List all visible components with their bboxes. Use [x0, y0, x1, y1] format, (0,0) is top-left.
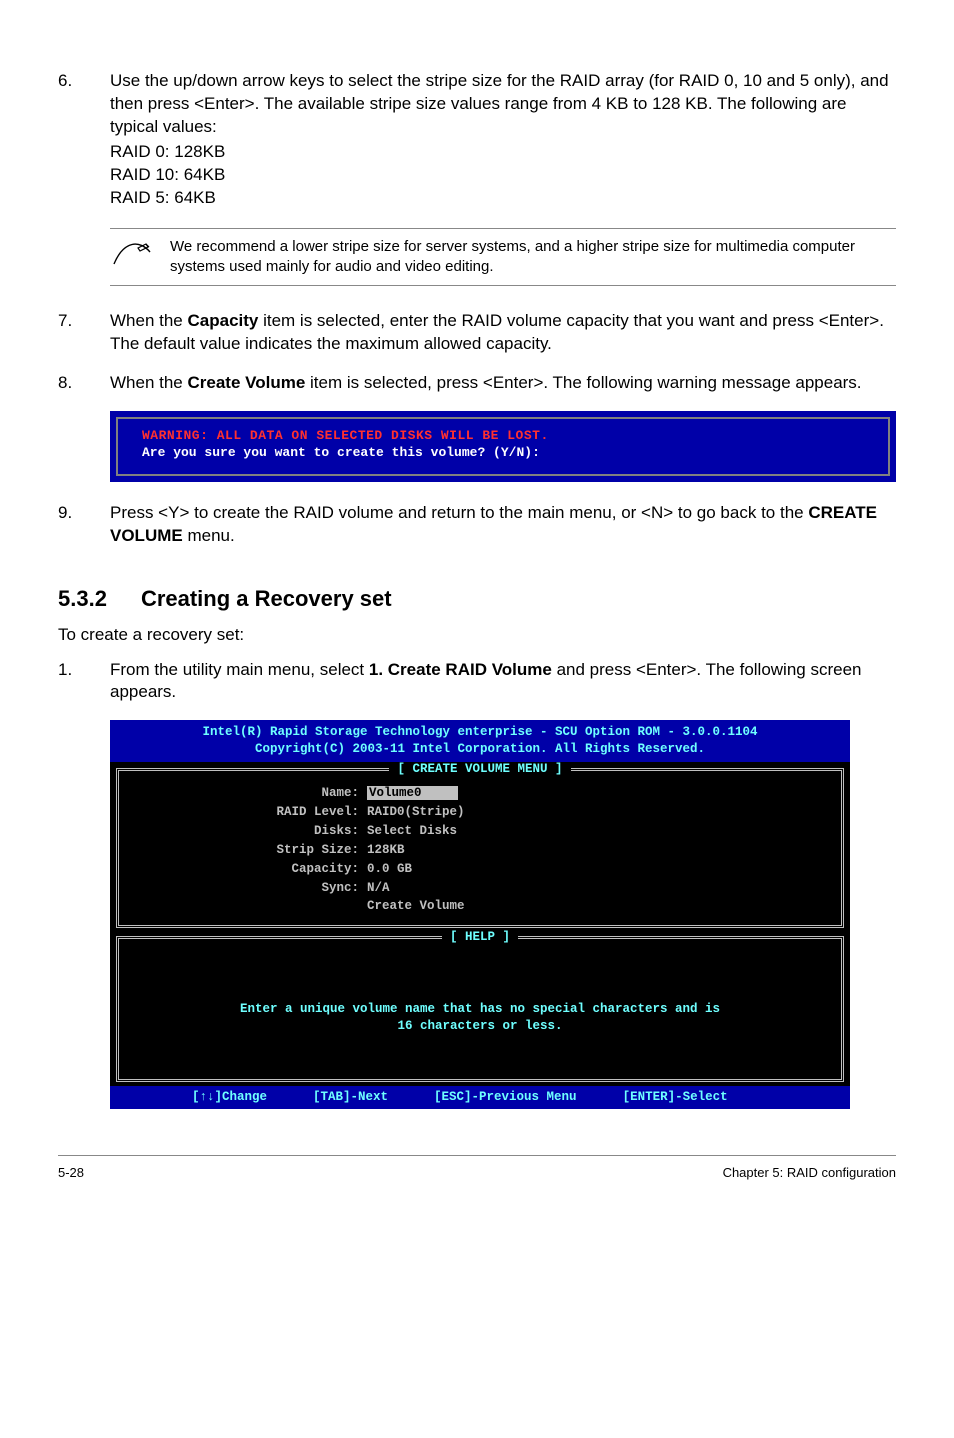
- sync-value: N/A: [367, 880, 390, 897]
- section-number: 5.3.2: [58, 584, 107, 614]
- bios-header-line1: Intel(R) Rapid Storage Technology enterp…: [116, 724, 844, 741]
- step8-bold: Create Volume: [188, 373, 306, 392]
- footer-key-next: [TAB]-Next: [313, 1089, 388, 1106]
- step-number: 8.: [58, 372, 110, 395]
- bios-screenshot: Intel(R) Rapid Storage Technology enterp…: [110, 720, 850, 1109]
- step1-body: From the utility main menu, select 1. Cr…: [110, 659, 896, 705]
- section-title: Creating a Recovery set: [141, 584, 392, 614]
- step8-body: When the Create Volume item is selected,…: [110, 372, 896, 395]
- pencil-icon: [110, 238, 152, 275]
- strip-size-label: Strip Size:: [129, 842, 367, 859]
- intro-text: To create a recovery set:: [58, 624, 896, 647]
- note-text: We recommend a lower stripe size for ser…: [170, 237, 896, 278]
- capacity-label: Capacity:: [129, 861, 367, 878]
- name-cursor: [424, 786, 458, 800]
- note-callout: We recommend a lower stripe size for ser…: [110, 228, 896, 287]
- step9-body: Press <Y> to create the RAID volume and …: [110, 502, 896, 548]
- help-panel-title: [ HELP ]: [442, 930, 518, 944]
- create-volume-action: Create Volume: [367, 898, 465, 915]
- create-volume-menu-title: [ CREATE VOLUME MENU ]: [389, 762, 570, 776]
- step-number: 9.: [58, 502, 110, 548]
- disks-label: Disks:: [129, 823, 367, 840]
- name-value: Volume0: [367, 786, 424, 800]
- step8-post: item is selected, press <Enter>. The fol…: [305, 373, 861, 392]
- raid-level-label: RAID Level:: [129, 804, 367, 821]
- step7-pre: When the: [110, 311, 188, 330]
- warning-prompt: Are you sure you want to create this vol…: [142, 444, 864, 462]
- strip-size-value: 128KB: [367, 842, 405, 859]
- step7-bold: Capacity: [188, 311, 259, 330]
- page-number: 5-28: [58, 1164, 84, 1182]
- step-number: 1.: [58, 659, 110, 705]
- step6-text: Use the up/down arrow keys to select the…: [110, 71, 889, 136]
- step-number: 6.: [58, 70, 110, 210]
- step1-pre: From the utility main menu, select: [110, 660, 369, 679]
- step6-l3: RAID 5: 64KB: [110, 187, 896, 210]
- warning-red-line: WARNING: ALL DATA ON SELECTED DISKS WILL…: [142, 427, 864, 445]
- disks-value: Select Disks: [367, 823, 457, 840]
- sync-label: Sync:: [129, 880, 367, 897]
- footer-key-select: [ENTER]-Select: [623, 1089, 728, 1106]
- name-label: Name:: [129, 785, 367, 802]
- step7-body: When the Capacity item is selected, ente…: [110, 310, 896, 356]
- footer-key-prev: [ESC]-Previous Menu: [434, 1089, 577, 1106]
- footer-key-change: [↑↓]Change: [192, 1089, 267, 1106]
- step1-bold: 1. Create RAID Volume: [369, 660, 552, 679]
- step-number: 7.: [58, 310, 110, 356]
- capacity-value: 0.0 GB: [367, 861, 412, 878]
- warning-dialog: WARNING: ALL DATA ON SELECTED DISKS WILL…: [110, 411, 896, 482]
- step8-pre: When the: [110, 373, 188, 392]
- step6-l1: RAID 0: 128KB: [110, 141, 896, 164]
- step6-l2: RAID 10: 64KB: [110, 164, 896, 187]
- step9-pre: Press <Y> to create the RAID volume and …: [110, 503, 808, 522]
- help-line1: Enter a unique volume name that has no s…: [149, 1001, 811, 1018]
- raid-level-value: RAID0(Stripe): [367, 804, 465, 821]
- help-line2: 16 characters or less.: [149, 1018, 811, 1035]
- step9-post: menu.: [183, 526, 235, 545]
- step6-body: Use the up/down arrow keys to select the…: [110, 70, 896, 210]
- bios-header-line2: Copyright(C) 2003-11 Intel Corporation. …: [116, 741, 844, 758]
- chapter-title: Chapter 5: RAID configuration: [723, 1164, 896, 1182]
